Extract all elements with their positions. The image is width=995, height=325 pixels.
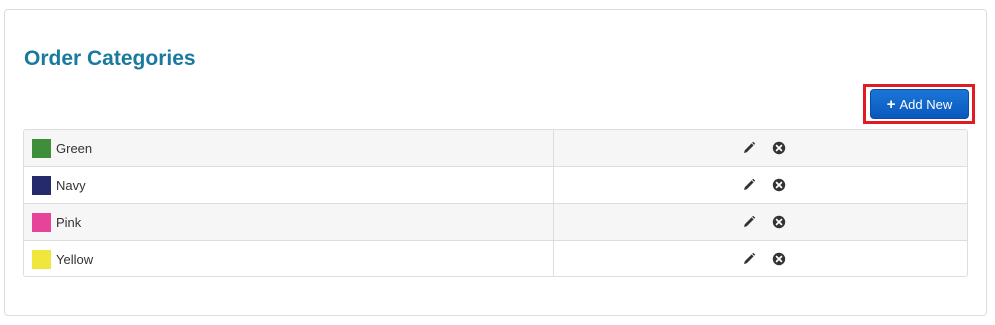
pencil-icon[interactable] bbox=[742, 215, 756, 229]
category-name-cell: Green bbox=[24, 130, 554, 166]
category-name-cell: Pink bbox=[24, 204, 554, 240]
row-actions bbox=[554, 241, 967, 276]
row-actions bbox=[554, 204, 967, 240]
page-title: Order Categories bbox=[24, 47, 196, 70]
row-actions bbox=[554, 167, 967, 203]
close-circle-icon[interactable] bbox=[772, 141, 786, 155]
category-name: Yellow bbox=[56, 251, 94, 267]
pencil-icon[interactable] bbox=[742, 141, 756, 155]
category-name: Navy bbox=[56, 177, 86, 193]
color-swatch bbox=[32, 249, 51, 269]
close-circle-icon[interactable] bbox=[772, 252, 786, 266]
table-row: Navy bbox=[24, 166, 967, 203]
add-new-button[interactable]: + Add New bbox=[870, 89, 969, 119]
color-swatch bbox=[32, 212, 51, 232]
category-name-cell: Navy bbox=[24, 167, 554, 203]
close-circle-icon[interactable] bbox=[772, 215, 786, 229]
add-new-label: Add New bbox=[899, 96, 953, 112]
category-name-cell: Yellow bbox=[24, 241, 554, 276]
pencil-icon[interactable] bbox=[742, 178, 756, 192]
table-row: Yellow bbox=[24, 240, 967, 276]
categories-table: Green Navy Pink Yellow bbox=[23, 129, 968, 277]
close-circle-icon[interactable] bbox=[772, 178, 786, 192]
pencil-icon[interactable] bbox=[742, 252, 756, 266]
color-swatch bbox=[32, 175, 51, 195]
color-swatch bbox=[32, 138, 51, 158]
table-row: Green bbox=[24, 130, 967, 166]
category-name: Pink bbox=[56, 214, 82, 230]
row-actions bbox=[554, 130, 967, 166]
table-row: Pink bbox=[24, 203, 967, 240]
plus-icon: + bbox=[886, 95, 896, 113]
category-name: Green bbox=[56, 140, 93, 156]
